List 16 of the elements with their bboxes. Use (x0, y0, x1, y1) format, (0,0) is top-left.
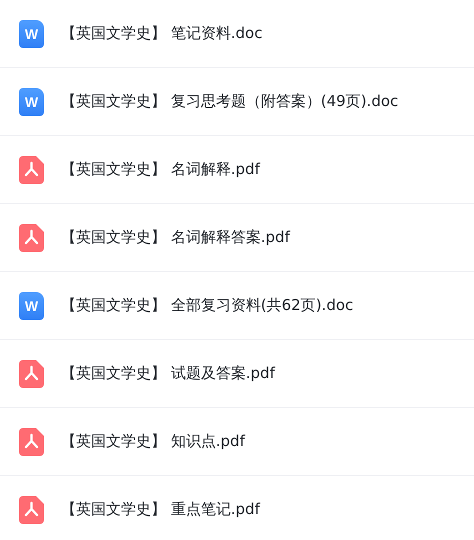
pdf-file-icon (19, 496, 44, 524)
file-name[interactable]: 【英国文学史】 全部复习资料(共62页).doc (61, 296, 354, 315)
word-file-icon: W (19, 20, 44, 48)
pdf-file-icon (19, 224, 44, 252)
file-name[interactable]: 【英国文学史】 名词解释答案.pdf (61, 228, 290, 247)
word-file-icon: W (19, 292, 44, 320)
file-name[interactable]: 【英国文学史】 试题及答案.pdf (61, 364, 275, 383)
file-name[interactable]: 【英国文学史】 名词解释.pdf (61, 160, 260, 179)
pdf-file-icon (19, 360, 44, 388)
file-name[interactable]: 【英国文学史】 重点笔记.pdf (61, 500, 260, 519)
word-file-icon: W (19, 88, 44, 116)
pdf-file-icon (19, 428, 44, 456)
file-name[interactable]: 【英国文学史】 知识点.pdf (61, 432, 245, 451)
pdf-file-icon (19, 156, 44, 184)
file-name[interactable]: 【英国文学史】 复习思考题（附答案）(49页).doc (61, 92, 398, 111)
file-name[interactable]: 【英国文学史】 笔记资料.doc (61, 24, 262, 43)
